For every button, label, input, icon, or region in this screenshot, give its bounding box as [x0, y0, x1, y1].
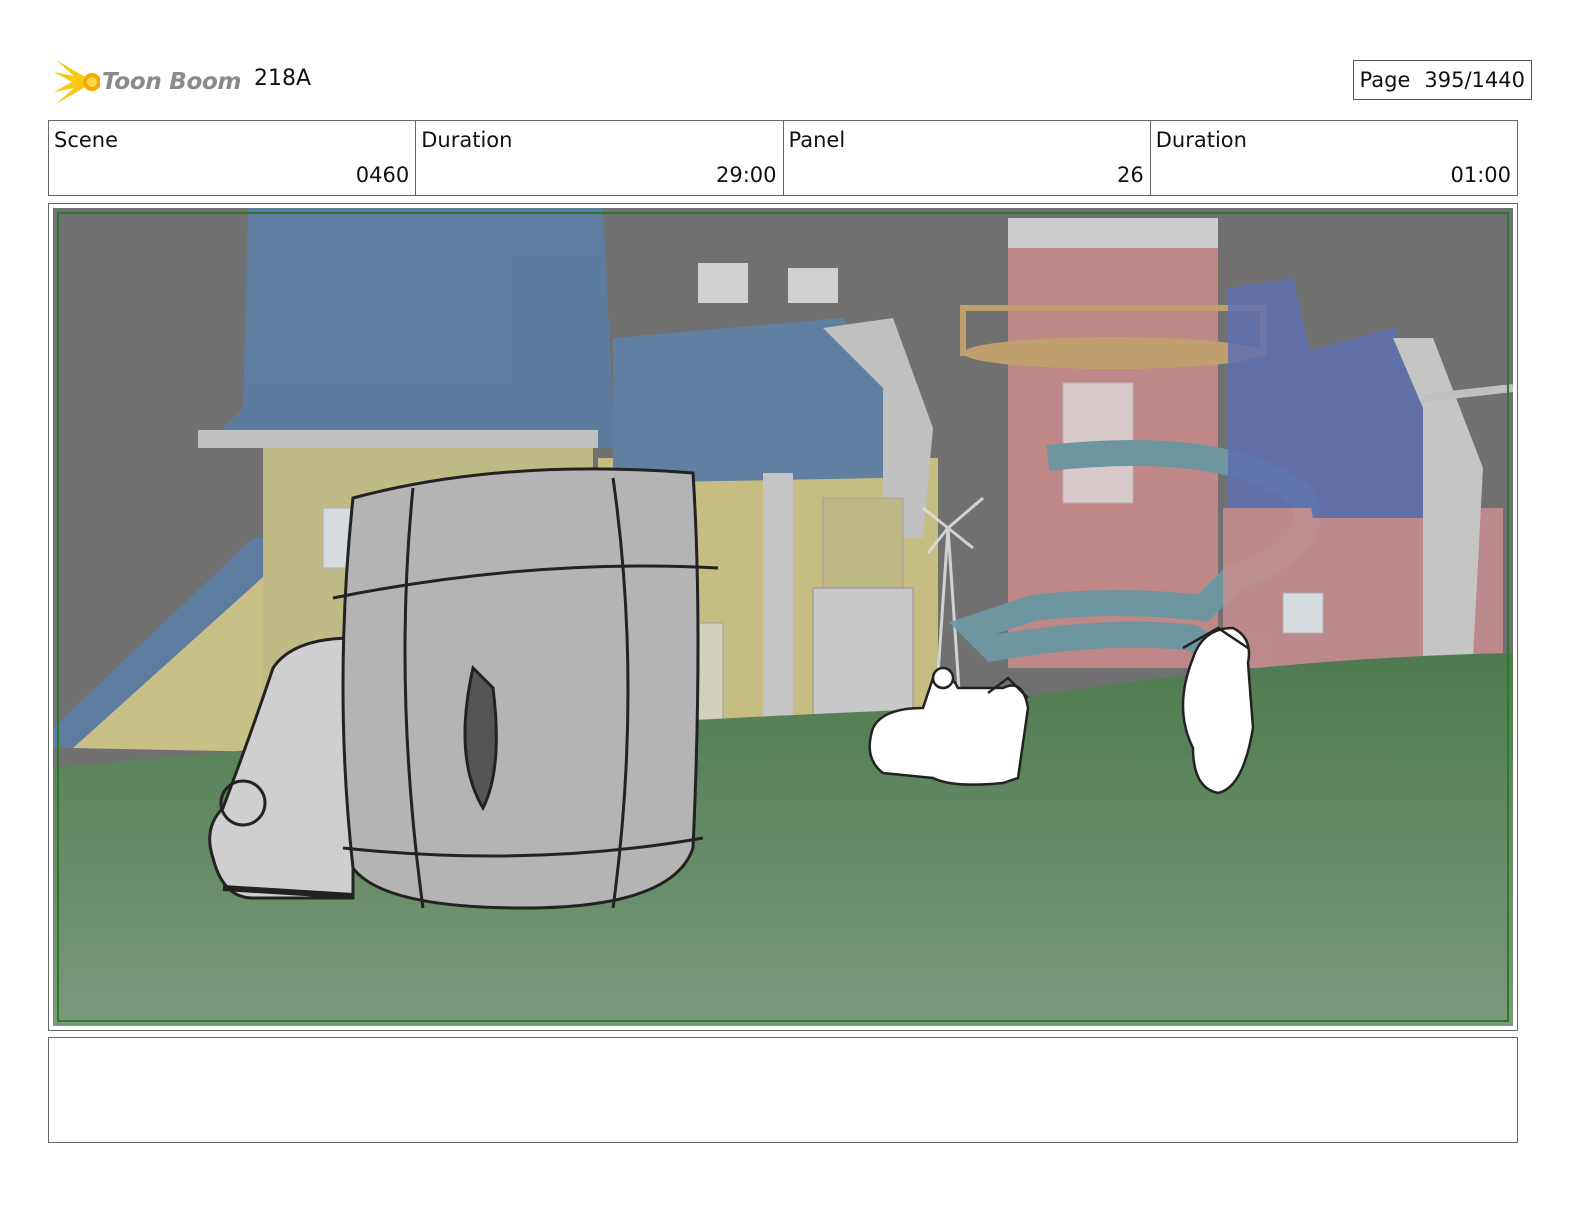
scene-duration-label: Duration: [421, 128, 513, 152]
panel-duration-label: Duration: [1155, 128, 1247, 152]
scene-duration-value: 29:00: [715, 163, 777, 187]
panel-value: 26: [1117, 163, 1144, 187]
page-label: Page: [1359, 68, 1411, 92]
page-number: 395/1440: [1424, 68, 1525, 92]
scene-cell: Scene 0460: [49, 121, 417, 195]
scene-label: Scene: [54, 128, 119, 152]
panel-duration-cell: Duration 01:00: [1151, 121, 1517, 195]
episode-code: 218A: [254, 66, 312, 91]
panel-notes: [48, 1037, 1518, 1143]
scene-info-table: Scene 0460 Duration 29:00 Panel 26 Durat…: [48, 120, 1518, 196]
starburst-icon: [54, 60, 100, 104]
panel-cell: Panel 26: [784, 121, 1151, 195]
panel-image: [53, 208, 1513, 1026]
page-indicator: Page 395/1440: [1352, 60, 1532, 100]
storyboard-panel: [48, 203, 1518, 1031]
toon-boom-logo: Toon Boom: [52, 54, 241, 110]
scene-value: 0460: [355, 163, 410, 187]
scene-duration-cell: Duration 29:00: [416, 121, 784, 195]
brand-name: Toon Boom: [102, 69, 242, 95]
panel-duration-value: 01:00: [1450, 163, 1511, 187]
page-header: Toon Boom 218A Page 395/1440: [52, 54, 1532, 110]
panel-label: Panel: [788, 128, 846, 152]
